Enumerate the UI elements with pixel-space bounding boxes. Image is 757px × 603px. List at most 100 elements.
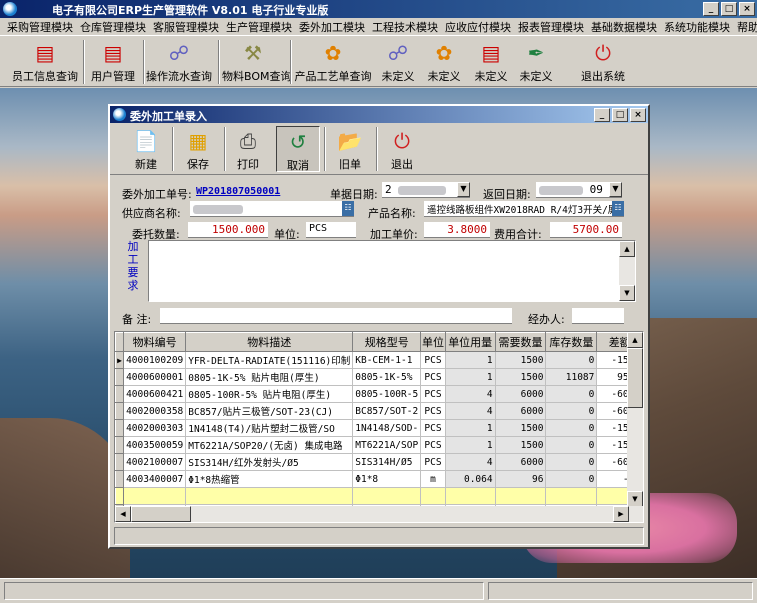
spec-cell[interactable]: Φ1*8 (352, 470, 422, 488)
total-cost-field[interactable]: 5700.00 (550, 222, 622, 238)
spec-cell[interactable]: BC857/SOT-2 (352, 402, 422, 420)
col-header-stock-qty[interactable]: 库存数量 (545, 332, 598, 352)
col-header-description[interactable]: 物料描述 (185, 332, 354, 352)
spec-cell[interactable]: KB-CEM-1-1 (352, 351, 422, 369)
stock-qty-cell[interactable]: 0 (545, 419, 598, 437)
menu-system[interactable]: 系统功能模块 (661, 19, 734, 35)
material-no-cell[interactable]: 4002000358 (123, 402, 187, 420)
print-button[interactable]: ⎙ 打印 (226, 126, 270, 172)
lookup-icon[interactable]: ☷ (342, 201, 354, 216)
description-cell[interactable]: BC857/贴片三极管/SOT-23(CJ) (185, 402, 354, 420)
unit-usage-cell[interactable]: 1 (445, 351, 496, 369)
col-header-material-no[interactable]: 物料编号 (123, 332, 187, 352)
unit-cell[interactable]: m (420, 470, 446, 488)
menu-customer[interactable]: 客服管理模块 (150, 19, 223, 35)
required-qty-cell[interactable]: 1500 (495, 419, 547, 437)
lookup-icon[interactable]: ☷ (612, 201, 624, 216)
required-qty-cell[interactable]: 6000 (495, 453, 547, 471)
empty-cell[interactable] (445, 487, 496, 505)
scroll-thumb[interactable] (627, 348, 643, 408)
unit-cell[interactable]: PCS (420, 385, 446, 403)
chevron-down-icon[interactable]: ▼ (457, 182, 470, 197)
close-button[interactable]: × (739, 2, 755, 16)
menu-warehouse[interactable]: 仓库管理模块 (77, 19, 150, 35)
unit-cell[interactable]: PCS (420, 453, 446, 471)
unit-cell[interactable]: PCS (420, 436, 446, 454)
user-management-button[interactable]: ▤ 用户管理 (88, 40, 138, 84)
stock-qty-cell[interactable]: 11087 (545, 368, 598, 386)
unit-usage-cell[interactable]: 1 (445, 368, 496, 386)
minimize-button[interactable]: _ (703, 2, 719, 16)
materials-grid[interactable]: 物料编号 物料描述 规格型号 单位 单位用量 需要数量 库存数量 差额 ▶ 400… (114, 331, 644, 523)
material-no-cell[interactable]: 4003400007 (123, 470, 187, 488)
scroll-up-icon[interactable]: ▲ (627, 332, 643, 348)
table-row[interactable]: 4000600001 0805-1K-5% 贴片电阻(厚生) 0805-1K-5% P… (115, 368, 643, 386)
description-cell[interactable]: 0805-1K-5% 贴片电阻(厚生) (185, 368, 354, 386)
col-header-unit[interactable]: 单位 (420, 332, 446, 352)
undefined-button-3[interactable]: ▤ 未定义 (473, 40, 509, 84)
col-header-unit-usage[interactable]: 单位用量 (444, 332, 496, 352)
scroll-up-icon[interactable]: ▲ (619, 241, 635, 257)
undefined-button-1[interactable]: ☍ 未定义 (380, 40, 416, 84)
scroll-right-icon[interactable]: ▶ (613, 506, 629, 522)
unit-price-field[interactable]: 3.8000 (424, 222, 490, 238)
description-cell[interactable]: 0805-100R-5% 贴片电阻(厚生) (185, 385, 354, 403)
empty-cell[interactable] (545, 487, 598, 505)
old-order-button[interactable]: 📂 旧单 (328, 126, 372, 172)
unit-usage-cell[interactable]: 0.064 (445, 470, 496, 488)
empty-cell[interactable] (185, 487, 354, 505)
order-date-field[interactable]: 2 ▼ (382, 182, 470, 198)
menu-reports[interactable]: 报表管理模块 (515, 19, 588, 35)
stock-qty-cell[interactable]: 0 (545, 470, 598, 488)
scroll-thumb[interactable] (131, 506, 191, 522)
spec-cell[interactable]: 0805-100R-5 (352, 385, 422, 403)
menu-basic-data[interactable]: 基础数据模块 (588, 19, 661, 35)
unit-usage-cell[interactable]: 1 (445, 436, 496, 454)
product-name-field[interactable]: 遥控线路板组件XW2018RAD R/4灯3开关/屏 ☷ (424, 201, 624, 217)
description-cell[interactable]: YFR-DELTA-RADIATE(151116)印制 (185, 351, 354, 369)
menu-outsourcing[interactable]: 委外加工模块 (296, 19, 369, 35)
menu-engineering[interactable]: 工程技术模块 (369, 19, 442, 35)
unit-usage-cell[interactable]: 1 (445, 419, 496, 437)
description-cell[interactable]: Φ1*8热缩管 (185, 470, 354, 488)
stock-qty-cell[interactable]: 0 (545, 436, 598, 454)
maximize-button[interactable]: □ (721, 2, 737, 16)
unit-field[interactable]: PCS (306, 222, 356, 238)
remark-field[interactable] (160, 308, 512, 324)
exit-button[interactable]: ⏻ 退出 (380, 126, 424, 172)
operation-log-button[interactable]: ☍ 操作流水查询 (146, 40, 212, 84)
unit-cell[interactable]: PCS (420, 368, 446, 386)
required-qty-cell[interactable]: 6000 (495, 385, 547, 403)
stock-qty-cell[interactable]: 0 (545, 402, 598, 420)
table-row[interactable]: 4002000303 1N4148(T4)/贴片塑封二极管/SO 1N4148/SO… (115, 419, 643, 437)
table-row[interactable]: 4000600421 0805-100R-5% 贴片电阻(厚生) 0805-100R… (115, 385, 643, 403)
table-row[interactable]: 4003500059 MT6221A/SOP20/(无卤) 集成电路 MT6221A… (115, 436, 643, 454)
description-cell[interactable]: SIS314H/红外发射头/Ø5 (185, 453, 354, 471)
supplier-field[interactable]: ☷ (190, 201, 354, 217)
spec-cell[interactable]: SIS314H/Ø5 (352, 453, 422, 471)
material-no-cell[interactable]: 4000600001 (123, 368, 187, 386)
menu-receivable[interactable]: 应收应付模块 (442, 19, 515, 35)
unit-usage-cell[interactable]: 4 (445, 402, 496, 420)
empty-cell[interactable] (352, 487, 422, 505)
unit-cell[interactable]: PCS (420, 351, 446, 369)
grid-horizontal-scrollbar[interactable]: ◀ ▶ (115, 506, 643, 522)
new-button[interactable]: 📄 新建 (124, 126, 168, 172)
scroll-down-icon[interactable]: ▼ (619, 285, 635, 301)
employee-query-button[interactable]: ▤ 员工信息查询 (12, 40, 78, 84)
table-row[interactable]: 4003400007Φ1*8热缩管Φ1*8m0.064960-96 (115, 470, 643, 488)
scroll-down-icon[interactable]: ▼ (627, 491, 643, 507)
bom-query-button[interactable]: ⚒ 物料BOM查询 (222, 40, 292, 84)
requirement-scrollbar[interactable]: ▲ ▼ (619, 241, 635, 301)
material-no-cell[interactable]: 4002000303 (123, 419, 187, 437)
save-button[interactable]: ▦ 保存 (176, 126, 220, 172)
process-sheet-query-button[interactable]: ✿ 产品工艺单查询 (294, 40, 372, 84)
required-qty-cell[interactable]: 1500 (495, 351, 547, 369)
undefined-button-2[interactable]: ✿ 未定义 (426, 40, 462, 84)
undefined-button-4[interactable]: ✒ 未定义 (518, 40, 554, 84)
spec-cell[interactable]: 0805-1K-5% (352, 368, 422, 386)
menu-production[interactable]: 生产管理模块 (223, 19, 296, 35)
stock-qty-cell[interactable]: 0 (545, 385, 598, 403)
material-no-cell[interactable]: 4002100007 (123, 453, 187, 471)
col-header-required-qty[interactable]: 需要数量 (494, 332, 547, 352)
